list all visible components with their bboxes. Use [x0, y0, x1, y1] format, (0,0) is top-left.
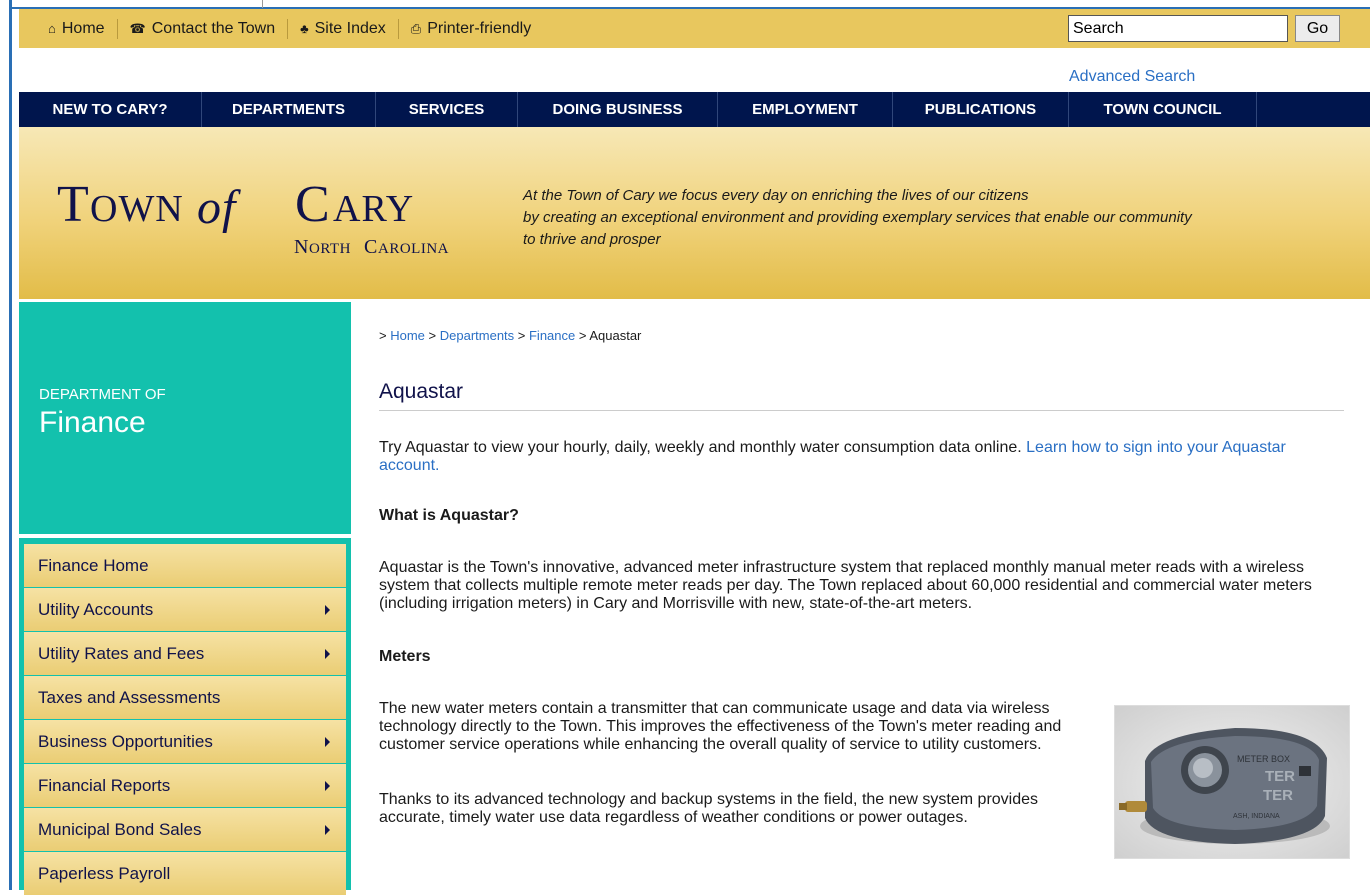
header-banner: T OWN of C ARY N ORTH C AROLINA At the T…	[19, 127, 1370, 299]
nav-publications[interactable]: PUBLICATIONS	[893, 92, 1069, 127]
home-icon: ⌂	[48, 21, 56, 36]
main-nav: NEW TO CARY? DEPARTMENTS SERVICES DOING …	[19, 92, 1370, 127]
tagline: At the Town of Cary we focus every day o…	[523, 185, 1343, 251]
side-nav-label: Utility Accounts	[38, 599, 154, 619]
advanced-search-link[interactable]: Advanced Search	[1069, 68, 1195, 86]
go-button[interactable]: Go	[1295, 15, 1340, 42]
tagline-line-1: At the Town of Cary we focus every day o…	[523, 187, 1029, 204]
svg-text:OWN: OWN	[90, 188, 184, 230]
meters-paragraph-2: Thanks to its advanced technology and ba…	[379, 791, 1039, 826]
side-nav: Finance Home Utility Accounts Utility Ra…	[19, 538, 351, 895]
what-is-aquastar-heading: What is Aquastar?	[379, 507, 519, 524]
nav-town-council[interactable]: TOWN COUNCIL	[1069, 92, 1257, 127]
chevron-right-icon	[325, 780, 330, 791]
side-nav-business-opportunities[interactable]: Business Opportunities	[24, 720, 346, 763]
nav-employment[interactable]: EMPLOYMENT	[718, 92, 893, 127]
meters-heading: Meters	[379, 648, 431, 665]
home-link-label: Home	[61, 19, 105, 37]
svg-text:T: T	[57, 176, 90, 233]
breadcrumb: > Home > Departments > Finance > Aquasta…	[379, 328, 642, 343]
side-nav-label: Municipal Bond Sales	[38, 819, 202, 839]
printer-icon: ⎙	[410, 20, 422, 36]
page: ⌂ Home ☎ Contact the Town ♣ Site Index ⎙…	[19, 9, 1370, 895]
side-nav-label: Business Opportunities	[38, 731, 213, 751]
utility-links: ⌂ Home ☎ Contact the Town ♣ Site Index ⎙…	[19, 9, 543, 48]
breadcrumb-current: Aquastar	[589, 328, 642, 343]
svg-text:C: C	[295, 176, 331, 233]
side-nav-utility-accounts[interactable]: Utility Accounts	[24, 588, 346, 631]
logo-subtitle: N ORTH C AROLINA	[294, 233, 504, 265]
svg-text:AROLINA: AROLINA	[378, 241, 449, 257]
what-is-aquastar-paragraph: Aquastar is the Town's innovative, advan…	[379, 559, 1312, 612]
intro-paragraph: Try Aquastar to view your hourly, daily,…	[379, 439, 1344, 475]
photo-emboss-4: ASH, INDIANA	[1233, 813, 1280, 820]
side-nav-utility-rates[interactable]: Utility Rates and Fees	[24, 632, 346, 675]
breadcrumb-departments[interactable]: Departments	[440, 328, 514, 343]
photo-emboss-1: METER BOX	[1237, 754, 1290, 764]
photo-emboss-3: TER	[1263, 787, 1293, 804]
side-nav-municipal-bond-sales[interactable]: Municipal Bond Sales	[24, 808, 346, 851]
side-nav-finance-home[interactable]: Finance Home	[24, 544, 346, 587]
nav-services[interactable]: SERVICES	[376, 92, 518, 127]
water-meter-photo: METER BOX TER TER ASH, INDIANA	[1114, 705, 1350, 859]
printer-friendly-link[interactable]: ⎙ Printer-friendly	[399, 19, 543, 39]
town-of-cary-logo[interactable]: T OWN of C ARY N ORTH C AROLINA	[57, 173, 507, 273]
side-nav-label: Taxes and Assessments	[38, 687, 221, 707]
breadcrumb-prefix: >	[379, 328, 391, 343]
breadcrumb-finance[interactable]: Finance	[529, 328, 575, 343]
side-nav-label: Finance Home	[38, 555, 149, 575]
intro-text: Try Aquastar to view your hourly, daily,…	[379, 439, 1022, 456]
site-index-label: Site Index	[314, 19, 386, 37]
side-nav-financial-reports[interactable]: Financial Reports	[24, 764, 346, 807]
department-name: Finance	[39, 406, 146, 439]
side-nav-label: Financial Reports	[38, 775, 171, 795]
frame-tick	[262, 0, 263, 8]
window-frame-left	[9, 0, 12, 890]
svg-text:ARY: ARY	[333, 188, 414, 230]
nav-doing-business[interactable]: DOING BUSINESS	[518, 92, 718, 127]
svg-text:N: N	[294, 236, 309, 258]
department-header: DEPARTMENT OF Finance	[19, 302, 351, 534]
chevron-right-icon	[325, 648, 330, 659]
home-link[interactable]: ⌂ Home	[19, 18, 118, 39]
chevron-right-icon	[325, 824, 330, 835]
svg-text:C: C	[364, 236, 378, 258]
nav-new-to-cary[interactable]: NEW TO CARY?	[19, 92, 202, 127]
chevron-right-icon	[325, 604, 330, 615]
nav-departments[interactable]: DEPARTMENTS	[202, 92, 376, 127]
svg-text:ORTH: ORTH	[309, 241, 351, 257]
page-title: Aquastar	[379, 380, 1344, 411]
phone-icon: ☎	[129, 20, 146, 36]
tagline-line-2: by creating an exceptional environment a…	[523, 209, 1192, 226]
contact-town-link[interactable]: ☎ Contact the Town	[118, 18, 289, 39]
department-of-label: DEPARTMENT OF	[39, 386, 166, 403]
printer-friendly-label: Printer-friendly	[427, 19, 532, 37]
photo-emboss-2: TER	[1265, 768, 1295, 785]
tagline-line-3: to thrive and prosper	[523, 231, 661, 248]
side-nav-label: Paperless Payroll	[38, 863, 171, 883]
side-nav-label: Utility Rates and Fees	[38, 643, 205, 663]
breadcrumb-home[interactable]: Home	[390, 328, 425, 343]
sitemap-icon: ♣	[300, 21, 309, 36]
svg-text:of: of	[197, 181, 241, 233]
side-nav-taxes[interactable]: Taxes and Assessments	[24, 676, 346, 719]
search-input[interactable]	[1068, 15, 1288, 42]
chevron-right-icon	[325, 736, 330, 747]
meters-paragraph-1: The new water meters contain a transmitt…	[379, 700, 1062, 753]
utility-bar: ⌂ Home ☎ Contact the Town ♣ Site Index ⎙…	[19, 9, 1370, 48]
side-nav-paperless-payroll[interactable]: Paperless Payroll	[24, 852, 346, 895]
contact-town-label: Contact the Town	[151, 19, 276, 37]
site-index-link[interactable]: ♣ Site Index	[288, 18, 399, 39]
